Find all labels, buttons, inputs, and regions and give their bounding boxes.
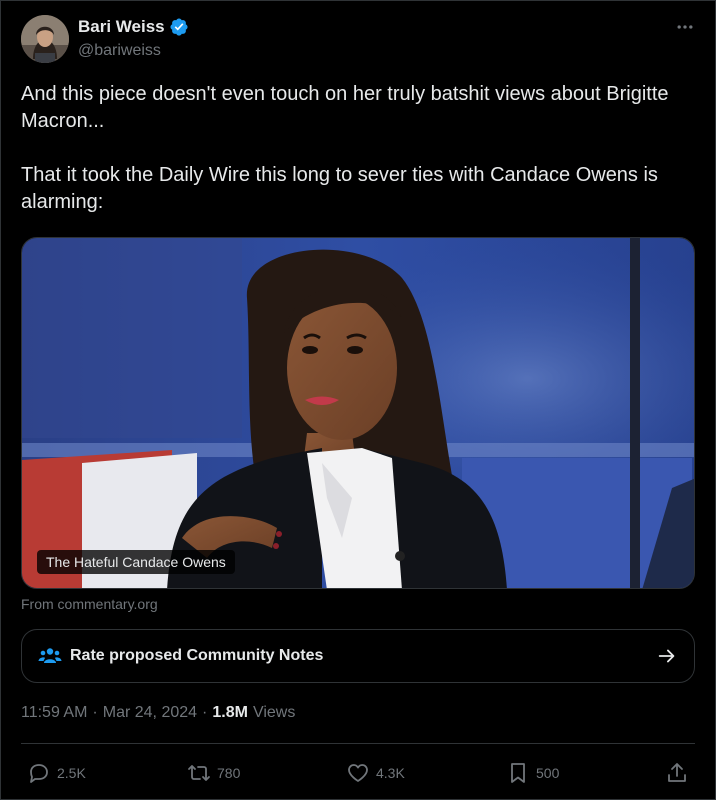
- action-bar: 2.5K 780 4.3K 500: [21, 753, 695, 795]
- share-icon: [668, 763, 686, 782]
- more-options-button[interactable]: [673, 17, 697, 37]
- tweet-date[interactable]: Mar 24, 2024: [103, 704, 197, 722]
- bookmark-button[interactable]: 500: [506, 761, 559, 785]
- reply-button[interactable]: 2.5K: [27, 761, 86, 785]
- link-card-image: [22, 238, 694, 588]
- tweet-text: And this piece doesn't even touch on her…: [21, 81, 697, 216]
- tweet-time[interactable]: 11:59 AM: [21, 704, 87, 722]
- avatar[interactable]: [21, 15, 69, 63]
- heart-icon: [348, 764, 368, 782]
- reply-icon: [30, 764, 48, 783]
- share-button[interactable]: [665, 761, 689, 785]
- tweet-meta: 11:59 AM · Mar 24, 2024 · 1.8M Views: [21, 704, 295, 722]
- bookmark-icon: [511, 763, 525, 783]
- like-button[interactable]: 4.3K: [346, 761, 405, 785]
- handle[interactable]: @bariweiss: [78, 42, 161, 60]
- meta-separator: ·: [202, 704, 208, 721]
- divider: [21, 743, 695, 744]
- repost-icon: [188, 765, 210, 781]
- views-count: 1.8M: [212, 704, 248, 721]
- link-source[interactable]: From commentary.org: [21, 596, 158, 612]
- display-name[interactable]: Bari Weiss: [78, 17, 165, 37]
- reply-count: 2.5K: [57, 765, 86, 781]
- community-notes-button[interactable]: Rate proposed Community Notes: [21, 629, 695, 683]
- name-line: Bari Weiss: [78, 17, 189, 37]
- more-horizontal-icon: [677, 25, 693, 29]
- like-count: 4.3K: [376, 765, 405, 781]
- arrow-right-icon: [658, 649, 675, 663]
- verified-badge-icon: [170, 18, 188, 36]
- repost-count: 780: [217, 765, 241, 781]
- views-label: Views: [252, 704, 296, 721]
- community-notes-label: Rate proposed Community Notes: [70, 647, 324, 664]
- people-icon: [38, 648, 62, 663]
- tweet-paragraph-2: That it took the Daily Wire this long to…: [21, 164, 658, 213]
- tweet-paragraph-1: And this piece doesn't even touch on her…: [21, 83, 669, 132]
- repost-button[interactable]: 780: [187, 761, 240, 785]
- link-card[interactable]: The Hateful Candace Owens: [21, 237, 695, 589]
- bookmark-count: 500: [536, 765, 560, 781]
- meta-separator: ·: [92, 704, 98, 721]
- link-card-caption: The Hateful Candace Owens: [37, 550, 235, 574]
- tweet-header: Bari Weiss @bariweiss: [21, 15, 697, 65]
- tweet-detail: Bari Weiss @bariweiss And this piece doe…: [0, 0, 716, 800]
